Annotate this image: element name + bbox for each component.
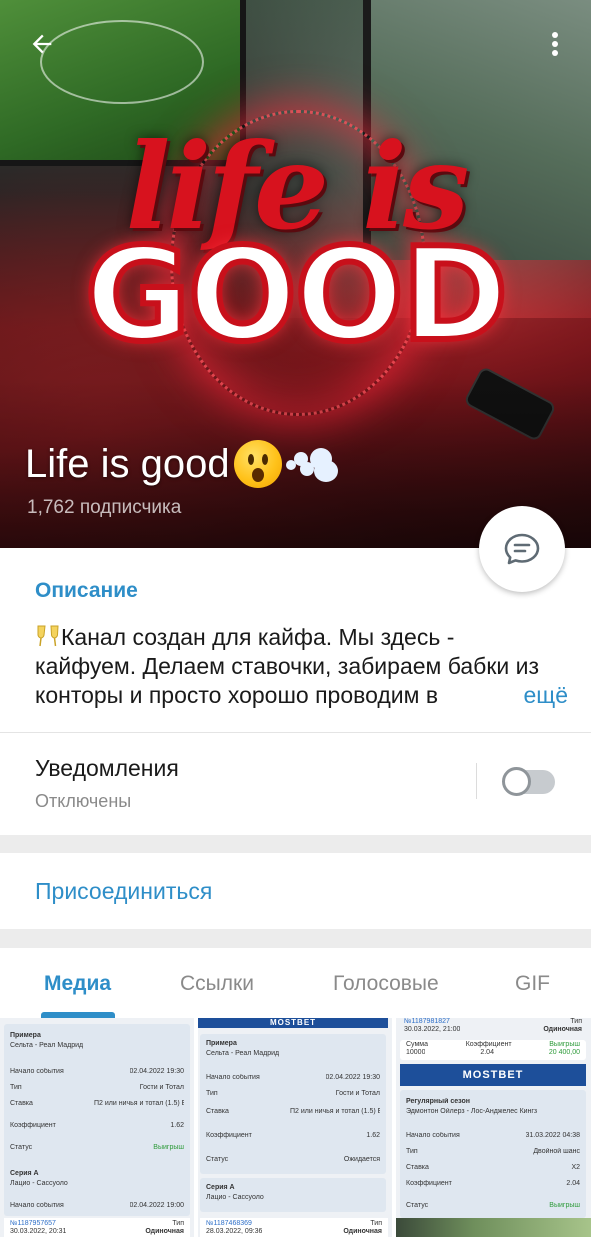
media-item-3[interactable]: №1187981827 Тип 30.03.2022, 21:00 Одиночна…	[396, 1018, 591, 1237]
row-key: Ставка	[10, 1100, 33, 1107]
bet-league: Примера	[10, 1032, 41, 1039]
mostbet-banner: MOSTBET	[400, 1064, 586, 1086]
cover-logo-good: GOOD	[82, 221, 511, 370]
ticket-date: 28.03.2022, 09:36	[206, 1228, 263, 1235]
description-more-link[interactable]: ещё	[458, 681, 582, 710]
bet-league: Серия А	[206, 1184, 235, 1191]
tab-links[interactable]: Ссылки	[180, 972, 254, 996]
row-value: 02.04.2022 19:30	[325, 1074, 381, 1081]
mostbet-banner: MOSTBET	[198, 1018, 388, 1028]
row-key: Коэффициент	[206, 1132, 252, 1139]
channel-cover: life is GOOD Life is good 1,762 подписчи…	[0, 0, 591, 548]
notifications-label: Уведомления	[35, 755, 179, 781]
row-key: Начало события	[406, 1132, 460, 1139]
row-value: Выигрыш	[549, 1202, 580, 1209]
row-value: Гости и Тотал	[335, 1090, 380, 1097]
bet-league: Примера	[206, 1040, 237, 1047]
row-key: Тип	[406, 1148, 418, 1155]
row-value: Гости и Тотал	[139, 1084, 184, 1091]
join-button[interactable]: Присоединиться	[35, 878, 212, 905]
row-key: Тип	[10, 1084, 22, 1091]
channel-info-card: Описание Канал создан для кайфа. Мы здес…	[0, 548, 591, 835]
bet-match: Лацио - Сассуоло	[10, 1180, 68, 1187]
media-grid: Примера Сельта - Реал Мадрид Начало собы…	[0, 1018, 591, 1237]
photo-thumbnail	[396, 1218, 591, 1237]
astonished-face-icon	[233, 440, 282, 488]
description-label: Описание	[35, 579, 138, 602]
bet-match: Сельта - Реал Мадрид	[10, 1042, 84, 1049]
row-value: 02.04.2022 19:00	[129, 1202, 185, 1209]
join-card: Присоединиться	[0, 853, 591, 929]
divider	[0, 732, 591, 733]
tab-media[interactable]: Медиа	[44, 972, 111, 996]
row-key: Ставка	[406, 1164, 429, 1171]
tab-gif[interactable]: GIF	[515, 972, 550, 996]
row-value: Одиночная	[343, 1228, 382, 1235]
bet-match: Лацио - Сассуоло	[206, 1194, 264, 1201]
row-key: Тип	[206, 1090, 218, 1097]
more-menu-button[interactable]	[537, 22, 573, 66]
row-key: Статус	[406, 1202, 429, 1209]
bet-summary: Сумма Коэффициент Выигрыш 10000 2.04 20 400,…	[400, 1040, 586, 1060]
row-value: 02.04.2022 19:30	[129, 1068, 185, 1075]
row-value: Двойной шанс	[533, 1148, 580, 1155]
row-value: 31.03.2022 04:38	[525, 1132, 581, 1139]
toggle-knob	[502, 767, 531, 796]
row-value: X2	[571, 1164, 580, 1171]
vertical-divider	[476, 763, 477, 799]
tab-voice[interactable]: Голосовые	[333, 972, 439, 996]
media-tabs: Медиа Ссылки Голосовые GIF	[0, 948, 591, 1018]
ticket-strip: №1187981827 Тип 30.03.2022, 21:00 Одиночна…	[398, 1018, 588, 1038]
channel-title-text: Life is good	[25, 441, 230, 486]
chat-button[interactable]	[479, 506, 565, 592]
ticket-strip: №1187468369 Тип 28.03.2022, 09:36 Одиночна…	[200, 1218, 388, 1237]
more-vertical-icon	[552, 32, 558, 56]
bet-league: Серия А	[10, 1170, 39, 1177]
notifications-state: Отключены	[35, 791, 132, 811]
subscriber-count: 1,762 подписчика	[27, 497, 182, 518]
row-key: Коэффициент	[10, 1122, 56, 1129]
chat-bubble-icon	[504, 533, 540, 565]
row-value: Одиночная	[543, 1026, 582, 1033]
media-item-1[interactable]: Примера Сельта - Реал Мадрид Начало собы…	[0, 1018, 194, 1237]
row-value: П2 или ничья и тотал (1.5) Больше - Да	[94, 1100, 184, 1107]
bet-card: Регулярный сезон Эдмонтон Ойлерз - Лос-А…	[400, 1090, 586, 1218]
media-item-2[interactable]: MOSTBET Примера Сельта - Реал Мадрид Нач…	[198, 1018, 392, 1237]
row-key: Начало события	[206, 1074, 260, 1081]
row-key: Статус	[10, 1144, 33, 1151]
row-value: Выигрыш	[153, 1144, 184, 1151]
clinking-glasses-icon	[37, 625, 59, 647]
row-value: Ожидается	[343, 1156, 380, 1163]
dashing-away-icon	[285, 442, 342, 486]
row-key: Ставка	[206, 1108, 229, 1115]
ticket-date: 30.03.2022, 20:31	[10, 1228, 67, 1235]
notifications-toggle[interactable]	[502, 767, 555, 796]
ticket-strip: №1187957657 Тип 30.03.2022, 20:31 Одиночна…	[4, 1218, 190, 1237]
row-value: 1.62	[170, 1122, 184, 1129]
row-value: Одиночная	[145, 1228, 184, 1235]
row-value: 2.04	[480, 1049, 494, 1056]
row-value: 2.04	[566, 1180, 580, 1187]
arrow-left-icon	[32, 34, 52, 54]
row-key: Статус	[206, 1156, 229, 1163]
bet-card: Примера Сельта - Реал Мадрид Начало собы…	[200, 1034, 386, 1174]
row-key: Коэффициент	[406, 1180, 452, 1187]
row-value: 10000	[406, 1049, 426, 1056]
bet-card: Серия А Лацио - Сассуоло Начало события 0…	[4, 1164, 190, 1216]
back-button[interactable]	[20, 22, 64, 66]
bet-match: Сельта - Реал Мадрид	[206, 1050, 280, 1057]
row-key: Начало события	[10, 1202, 64, 1209]
ticket-date: 30.03.2022, 21:00	[404, 1026, 461, 1033]
row-value: П2 или ничья и тотал (1.5) Больше - Да	[290, 1108, 380, 1115]
row-value: 20 400,00	[548, 1049, 580, 1056]
row-value: 1.62	[366, 1132, 380, 1139]
bet-match: Эдмонтон Ойлерз - Лос-Анджелес Кингз	[406, 1108, 538, 1115]
row-key: Начало события	[10, 1068, 64, 1075]
bet-league: Регулярный сезон	[406, 1098, 470, 1105]
bet-card: Серия А Лацио - Сассуоло	[200, 1178, 386, 1212]
bet-card: Примера Сельта - Реал Мадрид Начало собы…	[4, 1024, 190, 1174]
channel-title: Life is good	[25, 440, 342, 488]
